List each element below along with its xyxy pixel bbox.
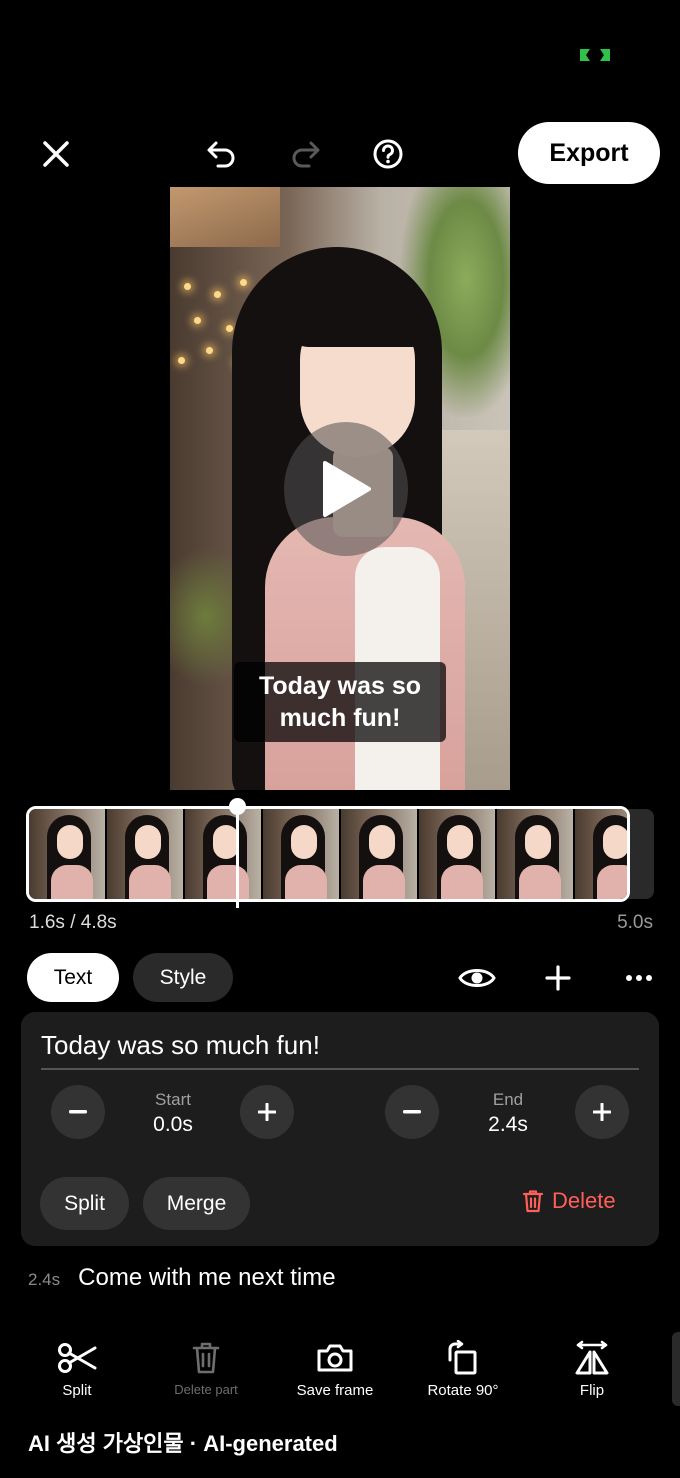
rotate-icon (448, 1340, 477, 1375)
timeline-thumbnail (341, 809, 419, 899)
timeline-thumbnail (497, 809, 575, 899)
caption-item-text: Come with me next time (78, 1264, 336, 1291)
start-label: Start (155, 1090, 191, 1109)
start-decrease-button[interactable] (51, 1085, 105, 1139)
delete-part-tool[interactable]: Delete part (151, 1340, 261, 1397)
plus-icon (258, 1103, 276, 1121)
rotate-tool[interactable]: Rotate 90° (408, 1340, 518, 1399)
scissors-icon (58, 1343, 97, 1373)
trash-icon (192, 1342, 220, 1374)
delete-part-tool-label: Delete part (174, 1382, 238, 1397)
caption-input-underline (41, 1068, 639, 1070)
visibility-button[interactable] (457, 958, 497, 998)
undo-button[interactable] (200, 132, 244, 176)
playhead-handle[interactable] (229, 798, 246, 815)
more-icon (626, 975, 652, 981)
flip-tool[interactable]: Flip (537, 1340, 647, 1399)
delete-label: Delete (552, 1188, 616, 1213)
caption-list-item[interactable]: 2.4s Come with me next time (28, 1264, 336, 1292)
timeline-thumbnail (575, 809, 627, 899)
caption-overlay[interactable]: Today was so much fun! (234, 662, 446, 742)
tab-style[interactable]: Style (133, 953, 233, 1002)
eye-icon (458, 969, 496, 987)
redo-button[interactable] (283, 132, 327, 176)
timeline-thumbnail (263, 809, 341, 899)
save-frame-tool[interactable]: Save frame (280, 1340, 390, 1399)
panel-edge-handle[interactable] (672, 1332, 680, 1406)
end-time-group: End 2.4s (458, 1090, 558, 1137)
help-icon (373, 139, 403, 169)
camera-icon (317, 1344, 353, 1372)
play-button[interactable] (284, 422, 408, 556)
merge-caption-button[interactable]: Merge (143, 1177, 250, 1230)
timeline-end-segment (628, 809, 654, 899)
trash-icon (522, 1190, 544, 1213)
undo-icon (207, 141, 235, 168)
flip-icon (575, 1340, 609, 1375)
plus-icon (545, 965, 571, 991)
timeline-strip[interactable] (26, 806, 630, 902)
play-icon (323, 461, 371, 517)
connection-indicator-icon (576, 46, 614, 64)
save-frame-tool-label: Save frame (296, 1382, 374, 1399)
close-icon (43, 141, 69, 167)
timeline-thumbnail (419, 809, 497, 899)
end-decrease-button[interactable] (385, 1085, 439, 1139)
export-button[interactable]: Export (518, 122, 660, 184)
caption-item-time: 2.4s (28, 1270, 61, 1289)
ai-generated-watermark: AI 생성 가상인물 · AI-generated (28, 1431, 338, 1456)
delete-caption-button[interactable]: Delete (522, 1188, 616, 1214)
split-caption-button[interactable]: Split (40, 1177, 129, 1230)
timeline-thumbnail (185, 809, 263, 899)
cafe-awning (170, 187, 280, 247)
help-button[interactable] (366, 132, 410, 176)
minus-icon (69, 1110, 87, 1114)
tab-text[interactable]: Text (27, 953, 119, 1002)
start-time-group: Start 0.0s (123, 1090, 223, 1137)
close-button[interactable] (34, 132, 78, 176)
add-caption-button[interactable] (538, 958, 578, 998)
total-duration: 5.0s (617, 912, 653, 933)
flip-tool-label: Flip (579, 1382, 605, 1399)
split-tool-label: Split (62, 1382, 92, 1399)
end-value: 2.4s (488, 1113, 528, 1136)
end-increase-button[interactable] (575, 1085, 629, 1139)
caption-text-input[interactable]: Today was so much fun! (41, 1030, 639, 1061)
current-time: 1.6s / 4.8s (29, 912, 117, 933)
minus-icon (403, 1110, 421, 1114)
start-increase-button[interactable] (240, 1085, 294, 1139)
redo-icon (292, 141, 320, 168)
rotate-tool-label: Rotate 90° (427, 1382, 499, 1399)
plus-icon (593, 1103, 611, 1121)
playhead[interactable] (236, 806, 239, 908)
timeline-thumbnail (29, 809, 107, 899)
timeline-thumbnail (107, 809, 185, 899)
start-value: 0.0s (153, 1113, 193, 1136)
split-tool[interactable]: Split (22, 1340, 132, 1399)
more-button[interactable] (619, 958, 659, 998)
end-label: End (492, 1090, 524, 1109)
